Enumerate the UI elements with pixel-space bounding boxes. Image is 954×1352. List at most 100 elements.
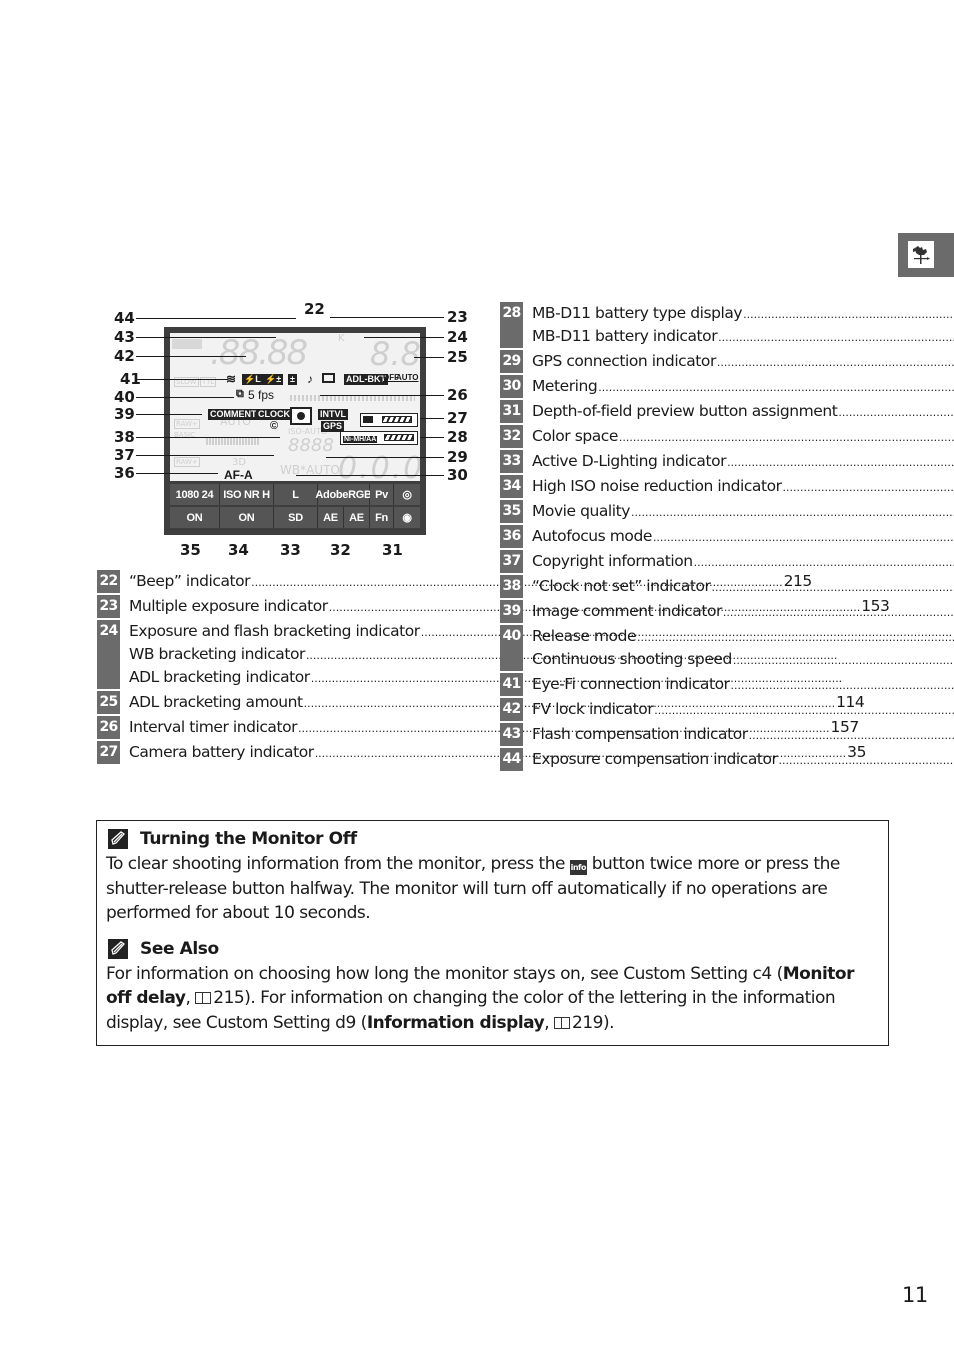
reference-label: “Beep” indicator (129, 572, 251, 590)
reference-lines: Movie quality60 (523, 500, 954, 523)
reference-line: Image comment indicator238 (532, 600, 954, 623)
note-text: ). (602, 1012, 615, 1033)
reference-item: 30Metering105 (500, 375, 888, 398)
reference-lines: “Clock not set” indicator28, 237 (523, 575, 954, 598)
reference-item: 25ADL bracketing amount114 (97, 691, 864, 714)
clock-indicator: CLOCK (256, 409, 292, 420)
leader-23 (330, 317, 444, 319)
note-body-see-also: For information on choosing how long the… (106, 963, 854, 1033)
ghost-frames: 0.0.0 (338, 451, 420, 481)
reference-label: Continuous shooting speed (532, 650, 732, 668)
reference-label: WB bracketing indicator (129, 645, 305, 663)
reference-item: 32Color space141 (500, 425, 888, 448)
leader-39 (136, 414, 202, 416)
leader-30 (296, 475, 444, 477)
note-body-monitor-off: To clear shooting information from the m… (106, 852, 879, 926)
reference-number-badge: 39 (500, 600, 523, 623)
reference-line: MB-D11 battery type display220 (532, 302, 954, 325)
reference-number-badge: 25 (97, 691, 120, 714)
reference-lines: MB-D11 battery type display220 MB-D11 bat… (523, 302, 954, 348)
mb-d11-battery-indicator: Ni-MH/AA (340, 431, 418, 445)
page-link[interactable]: 215 (213, 988, 244, 1008)
reference-item: 26Interval timer indicator157 (97, 716, 859, 739)
callout-31: 31 (382, 541, 403, 559)
reference-lines: Color space141 (523, 425, 954, 448)
reference-lines: GPS connection indicator162 (523, 350, 954, 373)
ghost-3d: 3D (232, 457, 247, 468)
note-heading-monitor-off: Turning the Monitor Off (106, 826, 879, 852)
leader-37 (136, 455, 274, 457)
reference-label: ADL bracketing amount (129, 693, 303, 711)
callout-34: 34 (228, 541, 249, 559)
callout-22: 22 (304, 300, 325, 318)
note-heading-see-also: See Also (106, 936, 879, 962)
reference-line: Movie quality60 (532, 500, 954, 523)
dot-leader (717, 351, 954, 373)
movie-quality-cell: 1080 24 (170, 484, 220, 505)
dot-leader (718, 326, 954, 348)
reference-number-badge: 42 (500, 698, 523, 721)
callout-30: 30 (447, 466, 468, 484)
reference-number-badge: 43 (500, 723, 523, 746)
row2-cell-2: ON (220, 507, 274, 528)
ghost-segment (172, 339, 202, 349)
dot-leader (749, 724, 954, 746)
reference-line: Continuous shooting speed78, 217 (532, 648, 954, 671)
reference-number-badge: 23 (97, 595, 120, 618)
reference-number-badge: 28 (500, 302, 523, 348)
callout-40: 40 (114, 388, 135, 406)
reference-item: 41Eye-Fi connection indicator247 (500, 673, 888, 696)
reference-label: “Clock not set” indicator (532, 577, 711, 595)
leader-24 (364, 337, 444, 339)
reference-lines: Metering105 (523, 375, 954, 398)
dot-leader (653, 526, 954, 548)
reference-label: High ISO noise reduction indicator (532, 477, 782, 495)
reference-number-badge: 30 (500, 375, 523, 398)
book-page-ref-icon (195, 992, 212, 1004)
book-page-ref-icon (554, 1016, 570, 1029)
reference-label: Multiple exposure indicator (129, 597, 328, 615)
leader-27 (420, 418, 444, 420)
reference-number-badge: 34 (500, 475, 523, 498)
callout-43: 43 (114, 328, 135, 346)
reference-lines: Image comment indicator238 (523, 600, 954, 623)
dot-leader (654, 699, 954, 721)
reference-item: 39Image comment indicator238 (500, 600, 888, 623)
rooster-weathervane-icon (908, 241, 934, 268)
dot-leader (783, 476, 954, 498)
reference-item: 31 Depth-of-field preview button assignme… (500, 400, 888, 423)
reference-number-badge: 22 (97, 570, 120, 593)
reference-label: Autofocus mode (532, 527, 652, 545)
reference-label: Eye-Fi connection indicator (532, 675, 730, 693)
reference-item: 36Autofocus mode91 (500, 525, 888, 548)
page-link[interactable]: 219 (572, 1013, 603, 1033)
callout-36: 36 (114, 464, 135, 482)
reference-item: 35Movie quality60 (500, 500, 888, 523)
reference-number-badge: 29 (500, 350, 523, 373)
reference-number-badge: 32 (500, 425, 523, 448)
reference-item: 37Copyright information243 (500, 550, 888, 573)
reference-label: MB-D11 battery indicator (532, 327, 718, 345)
lcd-bottom-row-1: 1080 24 ISO NR H L AdobeRGB Pv ◎ (170, 484, 420, 505)
callout-39: 39 (114, 405, 135, 423)
reference-line: Eye-Fi connection indicator247 (532, 673, 954, 696)
callout-27: 27 (447, 409, 468, 427)
callout-26: 26 (447, 386, 468, 404)
reference-line: Release mode7, 77 (532, 625, 954, 648)
reference-lines: Depth-of-field preview button assignment… (523, 400, 954, 423)
reference-label: Exposure compensation indicator (532, 750, 778, 768)
reference-label: Interval timer indicator (129, 718, 298, 736)
callout-23: 23 (447, 308, 468, 326)
interval-timer-indicator: INTVL (318, 409, 348, 420)
reference-line: Exposure compensation indicator107 (532, 748, 954, 771)
page-number: 11 (902, 1283, 928, 1307)
pencil-icon (108, 938, 128, 959)
callout-35: 35 (180, 541, 201, 559)
reference-label: Exposure and flash bracketing indicator (129, 622, 420, 640)
ghost-iso-digits: 8888 (288, 435, 334, 456)
reference-number-badge: 31 (500, 400, 523, 423)
fps-indicator: 5 fps (248, 388, 275, 402)
reference-line: High ISO noise reduction indicator205 (532, 475, 954, 498)
reference-line: GPS connection indicator162 (532, 350, 954, 373)
reference-item: 29GPS connection indicator162 (500, 350, 888, 373)
